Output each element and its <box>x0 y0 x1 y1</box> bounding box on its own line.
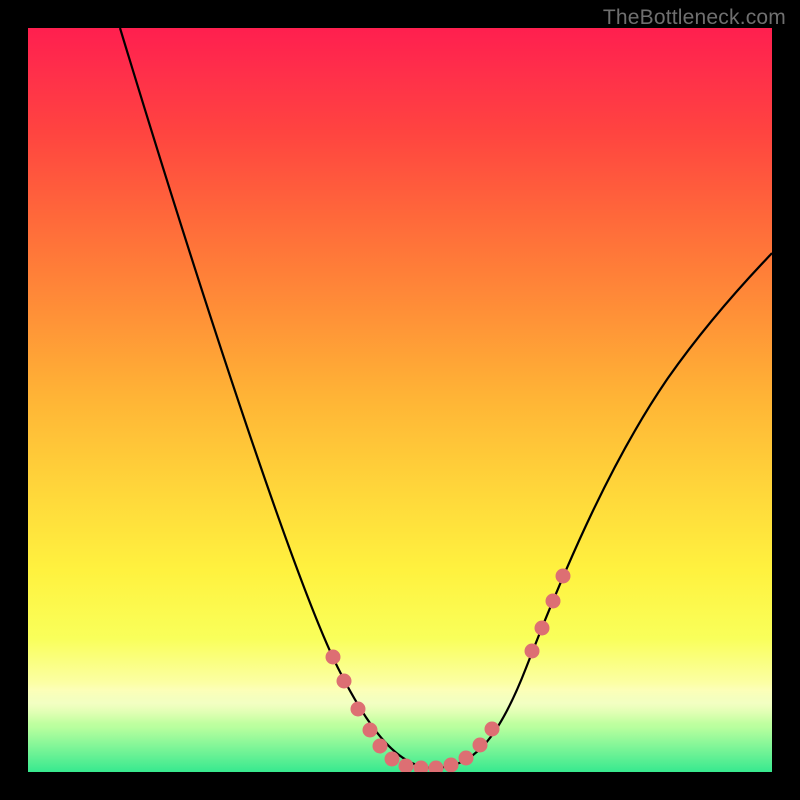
highlight-dot <box>385 752 400 767</box>
highlight-dot <box>337 674 352 689</box>
highlight-dot <box>351 702 366 717</box>
highlight-dot <box>546 594 561 609</box>
highlight-dot <box>535 621 550 636</box>
plot-area <box>28 28 772 772</box>
highlight-dot <box>485 722 500 737</box>
curve-layer <box>28 28 772 772</box>
highlight-dot <box>473 738 488 753</box>
highlight-dot <box>429 761 444 773</box>
highlight-dot <box>444 758 459 773</box>
bottleneck-curve <box>120 28 772 768</box>
highlight-dot <box>399 759 414 773</box>
chart-frame: TheBottleneck.com <box>0 0 800 800</box>
highlight-dot <box>459 751 474 766</box>
highlight-dot <box>414 761 429 773</box>
watermark-text: TheBottleneck.com <box>603 6 786 30</box>
highlight-dot <box>363 723 378 738</box>
highlight-dot <box>326 650 341 665</box>
highlight-dot <box>373 739 388 754</box>
highlight-dots-group <box>326 569 571 773</box>
highlight-dot <box>525 644 540 659</box>
highlight-dot <box>556 569 571 584</box>
